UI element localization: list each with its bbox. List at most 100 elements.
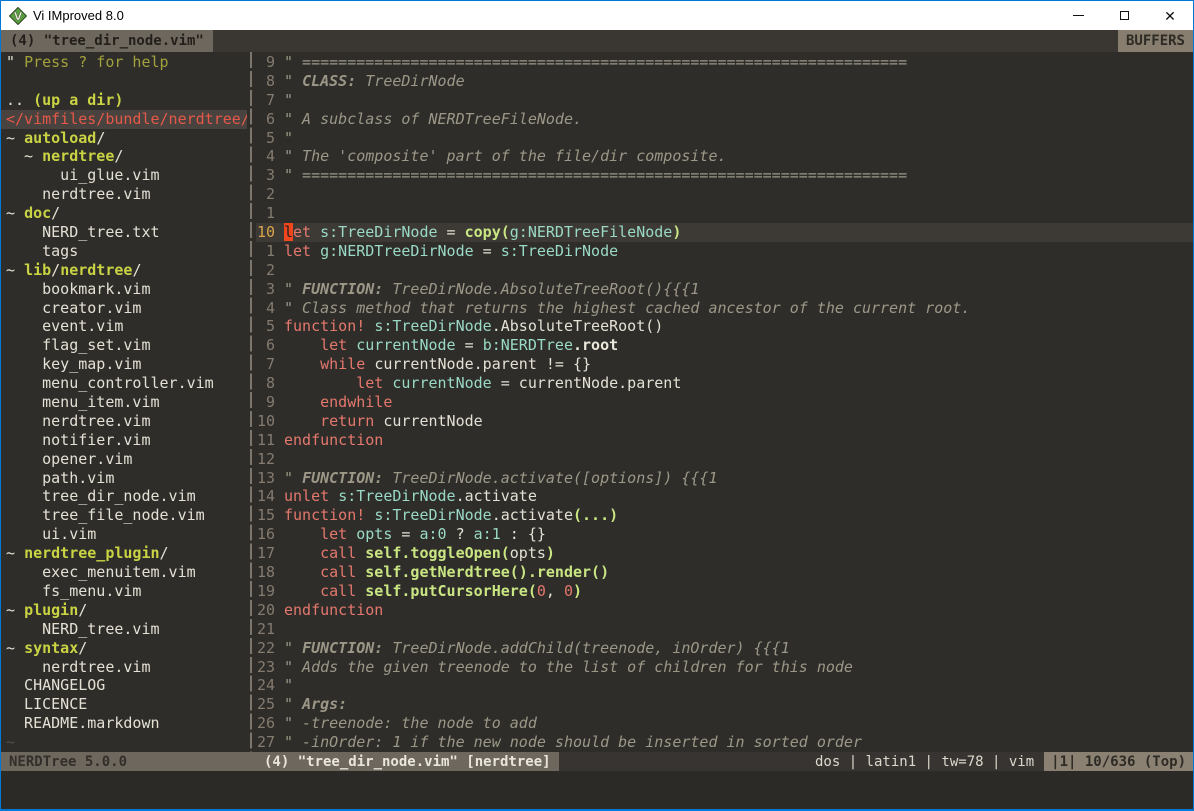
code-line[interactable]: 5" [256,129,1193,148]
tree-item[interactable]: notifier.vim [1,431,247,450]
tab-tree-dir-node[interactable]: (4) "tree_dir_node.vim" [1,30,213,52]
code-line[interactable]: 6" A subclass of NERDTreeFileNode. [256,110,1193,129]
tree-item[interactable]: README.markdown [1,714,247,733]
tree-item[interactable]: LICENCE [1,695,247,714]
code-line[interactable]: 16 let opts = a:0 ? a:1 : {} [256,525,1193,544]
code-line[interactable]: 23" Adds the given treenode to the list … [256,658,1193,677]
token-w: , [546,582,564,600]
tree-item[interactable]: NERD_tree.txt [1,223,247,242]
code-line[interactable]: 2 [256,261,1193,280]
line-text: let g:NERDTreeDirNode = s:TreeDirNode [284,242,1193,261]
code-line[interactable]: 13" FUNCTION: TreeDirNode.activate([opti… [256,469,1193,488]
tree-item[interactable]: tree_dir_node.vim [1,487,247,506]
code-line[interactable]: 1 [256,204,1193,223]
code-line[interactable]: 15function! s:TreeDirNode.activate(...) [256,506,1193,525]
tree-item[interactable]: ui.vim [1,525,247,544]
line-number: 4 [256,147,275,166]
tree-item[interactable]: ~ doc/ [1,204,247,223]
code-line[interactable]: 8 let currentNode = currentNode.parent [256,374,1193,393]
token-w: CHANGELOG [6,676,105,694]
code-line[interactable]: 19 call self.putCursorHere(0, 0) [256,582,1193,601]
tree-item[interactable]: bookmark.vim [1,280,247,299]
code-line[interactable]: 4" Class method that returns the highest… [256,299,1193,318]
minimize-button[interactable] [1055,1,1101,30]
line-number: 9 [256,53,275,72]
code-line-cursor[interactable]: 10let s:TreeDirNode = copy(g:NERDTreeFil… [256,223,1193,242]
code-line[interactable]: 7 while currentNode.parent != {} [256,355,1193,374]
code-line[interactable]: 21 [256,620,1193,639]
tree-item[interactable]: ~ plugin/ [1,601,247,620]
statusline-fill [559,752,815,771]
tree-item[interactable]: creator.vim [1,299,247,318]
code-line[interactable]: 1let g:NERDTreeDirNode = s:TreeDirNode [256,242,1193,261]
code-line[interactable]: 4" The 'composite' part of the file/dir … [256,147,1193,166]
code-line[interactable]: 14unlet s:TreeDirNode.activate [256,487,1193,506]
code-line[interactable]: 17 call self.toggleOpen(opts) [256,544,1193,563]
token-w: tree_file_node.vim [6,506,205,524]
code-line[interactable]: 18 call self.getNerdtree().render() [256,563,1193,582]
vertical-split-separator[interactable] [247,52,256,752]
tree-item[interactable]: key_map.vim [1,355,247,374]
tree-item[interactable]: flag_set.vim [1,336,247,355]
token-w [284,525,320,543]
tree-item[interactable]: tags [1,242,247,261]
code-line[interactable]: 11endfunction [256,431,1193,450]
tree-item[interactable]: menu_item.vim [1,393,247,412]
tree-item[interactable]: ~ lib/nerdtree/ [1,261,247,280]
token-k: call [320,582,365,600]
tree-item[interactable]: ~ autoload/ [1,129,247,148]
tree-item[interactable]: menu_controller.vim [1,374,247,393]
tree-item[interactable]: event.vim [1,317,247,336]
tree-item[interactable]: nerdtree.vim [1,412,247,431]
line-text: " -inOrder: 1 if the new node should be … [284,733,1193,752]
line-text: call self.getNerdtree().render() [284,563,1193,582]
tree-item[interactable]: exec_menuitem.vim [1,563,247,582]
tree-item[interactable]: opener.vim [1,450,247,469]
code-line[interactable]: 6 let currentNode = b:NERDTree.root [256,336,1193,355]
code-line[interactable]: 27" -inOrder: 1 if the new node should b… [256,733,1193,752]
tree-item[interactable]: tree_file_node.vim [1,506,247,525]
code-line[interactable]: 12 [256,450,1193,469]
main-split: " Press ? for help .. (up a dir)</vimfile… [1,52,1193,752]
code-line[interactable]: 8" CLASS: TreeDirNode [256,72,1193,91]
tree-item[interactable]: CHANGELOG [1,676,247,695]
tree-item[interactable]: nerdtree.vim [1,658,247,677]
code-line[interactable]: 5function! s:TreeDirNode.AbsoluteTreeRoo… [256,317,1193,336]
line-number: 20 [256,601,275,620]
code-line[interactable]: 25" Args: [256,695,1193,714]
tree-item[interactable]: .. (up a dir) [1,91,247,110]
token-k: call [320,563,365,581]
tree-item[interactable]: path.vim [1,469,247,488]
maximize-button[interactable] [1101,1,1147,30]
token-w: ~ [6,147,42,165]
token-w [284,374,356,392]
code-line[interactable]: 7" [256,91,1193,110]
code-line[interactable]: 9 endwhile [256,393,1193,412]
tree-item[interactable]: ~ nerdtree_plugin/ [1,544,247,563]
close-button[interactable]: ✕ [1147,1,1193,30]
code-line[interactable]: 3" FUNCTION: TreeDirNode.AbsoluteTreeRoo… [256,280,1193,299]
line-text: " [284,129,1193,148]
code-line[interactable]: 3" =====================================… [256,166,1193,185]
tree-item[interactable]: ui_glue.vim [1,166,247,185]
code-line[interactable]: 22" FUNCTION: TreeDirNode.addChild(treen… [256,639,1193,658]
tree-item[interactable]: nerdtree.vim [1,185,247,204]
tree-item[interactable]: NERD_tree.vim [1,620,247,639]
line-number: 6 [256,110,275,129]
token-k: endfunction [284,431,383,449]
tree-root-item[interactable]: </vimfiles/bundle/nerdtree/ [1,110,247,129]
code-line[interactable]: 20endfunction [256,601,1193,620]
code-line[interactable]: 24" [256,676,1193,695]
command-line-area[interactable] [1,771,1193,809]
code-line[interactable]: 10 return currentNode [256,412,1193,431]
code-line[interactable]: 2 [256,185,1193,204]
tree-item[interactable]: ~ [1,733,247,752]
tree-item[interactable]: fs_menu.vim [1,582,247,601]
code-line[interactable]: 9" =====================================… [256,53,1193,72]
tree-item[interactable]: ~ nerdtree/ [1,147,247,166]
token-i: b:NERDTree [483,336,573,354]
tree-item[interactable]: " Press ? for help [1,53,247,72]
line-text [284,620,1193,639]
tree-item[interactable]: ~ syntax/ [1,639,247,658]
code-line[interactable]: 26" -treenode: the node to add [256,714,1193,733]
